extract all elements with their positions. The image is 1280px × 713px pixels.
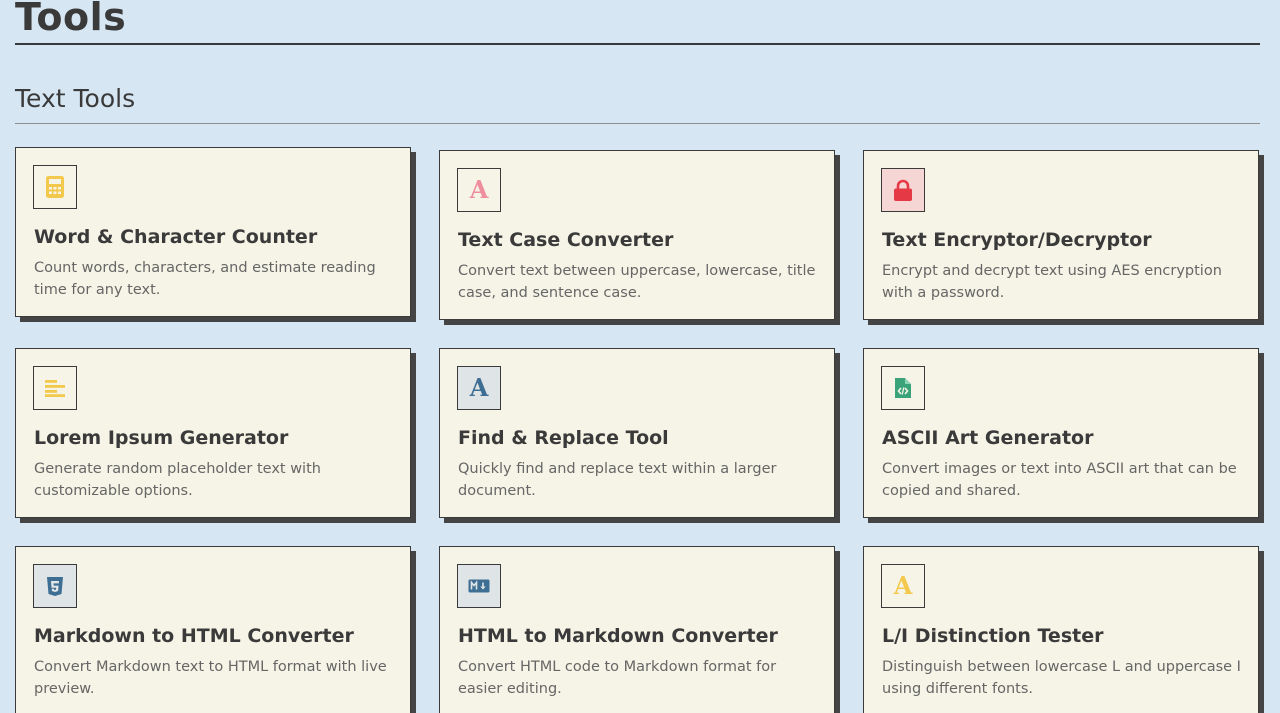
tool-card-find-replace-tool[interactable]: A Find & Replace Tool Quickly find and r… [439,348,835,518]
title-divider [15,43,1260,45]
tool-icon-box [881,366,925,410]
tool-icon-box [33,564,77,608]
letter-a-icon: A [469,373,489,402]
tool-description: Count words, characters, and estimate re… [34,260,376,298]
tool-description: Convert Markdown text to HTML format wit… [34,659,387,697]
tool-icon-box [881,168,925,212]
section-divider [15,123,1260,124]
tool-description: Encrypt and decrypt text using AES encry… [882,263,1222,301]
tool-card-lorem-ipsum-generator[interactable]: Lorem Ipsum Generator Generate random pl… [15,348,411,518]
tool-icon-box [457,564,501,608]
tool-description: Convert HTML code to Markdown format for… [458,659,777,697]
tool-title: Lorem Ipsum Generator [34,427,289,449]
tool-description: Convert images or text into ASCII art th… [882,461,1237,499]
tool-card-html-to-markdown-converter[interactable]: HTML to Markdown Converter Convert HTML … [439,546,835,713]
tool-title: Text Encryptor/Decryptor [882,229,1152,251]
tool-card-word-character-counter[interactable]: Word & Character Counter Count words, ch… [15,147,411,317]
tool-description: Quickly find and replace text within a l… [458,461,777,499]
code-file-icon [895,378,911,398]
calculator-icon [46,176,64,198]
tool-card-text-encryptor-decryptor[interactable]: Text Encryptor/Decryptor Encrypt and dec… [863,150,1259,320]
tool-icon-box: A [457,168,501,212]
tool-card-text-case-converter[interactable]: A Text Case Converter Convert text betwe… [439,150,835,320]
tool-description: Distinguish between lowercase L and uppe… [882,659,1241,697]
tool-icon-box [33,366,77,410]
tool-title: Word & Character Counter [34,226,318,248]
tool-title: Find & Replace Tool [458,427,669,449]
tool-title: Text Case Converter [458,229,674,251]
tool-card-ascii-art-generator[interactable]: ASCII Art Generator Convert images or te… [863,348,1259,518]
tool-icon-box [33,165,77,209]
tool-title: Markdown to HTML Converter [34,625,354,647]
tool-title: L/I Distinction Tester [882,625,1104,647]
tool-icon-box: A [881,564,925,608]
tool-description: Generate random placeholder text with cu… [34,461,321,499]
tool-icon-box: A [457,366,501,410]
markdown-icon [468,579,490,593]
tool-card-markdown-to-html-converter[interactable]: Markdown to HTML Converter Convert Markd… [15,546,411,713]
tool-description: Convert text between uppercase, lowercas… [458,263,816,301]
tool-title: HTML to Markdown Converter [458,625,778,647]
html5-icon [47,576,63,596]
lock-icon [894,179,912,201]
tool-card-li-distinction-tester[interactable]: A L/I Distinction Tester Distinguish bet… [863,546,1259,713]
tool-title: ASCII Art Generator [882,427,1094,449]
letter-a-icon: A [469,175,489,204]
tools-page: Tools Text Tools Word & Character Counte… [0,0,1280,713]
section-title: Text Tools [15,84,136,113]
letter-a-icon: A [893,571,913,600]
align-left-icon [45,380,65,397]
page-title: Tools [15,0,127,39]
